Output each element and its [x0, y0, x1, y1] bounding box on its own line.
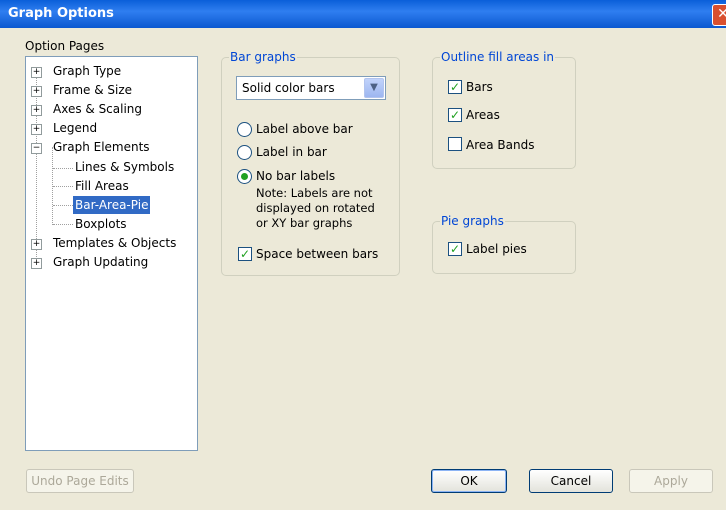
tree-item-axes-scaling[interactable]: Axes & Scaling — [53, 100, 142, 118]
tree-item-boxplots[interactable]: Boxplots — [75, 215, 127, 233]
tree-line — [53, 224, 73, 225]
outline-areas-label[interactable]: Areas — [466, 108, 500, 122]
cancel-button[interactable]: Cancel — [529, 469, 613, 493]
pie-graphs-legend: Pie graphs — [440, 214, 505, 228]
tree-line — [53, 168, 73, 169]
tree-item-graph-updating[interactable]: Graph Updating — [53, 253, 148, 271]
space-between-bars-label[interactable]: Space between bars — [256, 247, 378, 261]
label-in-bar-radio[interactable] — [237, 145, 252, 160]
label-above-bar-radio[interactable] — [237, 122, 252, 137]
tree-item-templates-objects[interactable]: Templates & Objects — [53, 234, 176, 252]
tree-item-graph-type[interactable]: Graph Type — [53, 62, 121, 80]
close-icon[interactable]: ✕ — [712, 4, 726, 26]
tree-line — [53, 186, 73, 187]
apply-button[interactable]: Apply — [629, 469, 713, 493]
outline-fill-legend: Outline fill areas in — [440, 50, 556, 64]
bar-style-select[interactable]: Solid color bars ▼ — [236, 76, 386, 100]
no-bar-labels-radio[interactable] — [237, 169, 252, 184]
title-bar: Graph Options ✕ — [0, 0, 726, 28]
bar-labels-note-line1: Note: Labels are not — [256, 186, 373, 200]
tree-line — [53, 205, 73, 206]
label-above-bar-label[interactable]: Label above bar — [256, 122, 353, 136]
tree-item-graph-elements[interactable]: Graph Elements — [53, 138, 150, 156]
option-pages-label: Option Pages — [25, 39, 105, 53]
expand-icon[interactable]: + — [31, 86, 42, 97]
expand-icon[interactable]: + — [31, 239, 42, 250]
no-bar-labels-label[interactable]: No bar labels — [256, 169, 335, 183]
expand-icon[interactable]: + — [31, 258, 42, 269]
outline-bars-label[interactable]: Bars — [466, 80, 493, 94]
collapse-icon[interactable]: − — [31, 143, 42, 154]
tree-item-lines-symbols[interactable]: Lines & Symbols — [75, 158, 174, 176]
ok-button[interactable]: OK — [431, 469, 507, 493]
label-pies-checkbox[interactable]: ✓ — [448, 242, 462, 256]
undo-page-edits-button[interactable]: Undo Page Edits — [26, 469, 134, 493]
space-between-bars-checkbox[interactable]: ✓ — [238, 247, 252, 261]
tree-item-frame-size[interactable]: Frame & Size — [53, 81, 132, 99]
bar-graphs-legend: Bar graphs — [229, 50, 297, 64]
label-in-bar-label[interactable]: Label in bar — [256, 145, 327, 159]
bar-labels-note-line3: or XY bar graphs — [256, 216, 353, 230]
option-pages-tree[interactable]: + Graph Type + Frame & Size + Axes & Sca… — [25, 56, 198, 451]
outline-areas-checkbox[interactable]: ✓ — [448, 108, 462, 122]
label-pies-label[interactable]: Label pies — [466, 242, 527, 256]
outline-area-bands-checkbox[interactable] — [448, 137, 462, 151]
tree-item-bar-area-pie[interactable]: Bar-Area-Pie — [73, 196, 151, 214]
tree-item-legend[interactable]: Legend — [53, 119, 97, 137]
bar-style-value: Solid color bars — [242, 81, 335, 95]
outline-bars-checkbox[interactable]: ✓ — [448, 80, 462, 94]
outline-area-bands-label[interactable]: Area Bands — [466, 138, 535, 152]
expand-icon[interactable]: + — [31, 105, 42, 116]
expand-icon[interactable]: + — [31, 124, 42, 135]
window-title: Graph Options — [8, 6, 114, 21]
tree-item-fill-areas[interactable]: Fill Areas — [75, 177, 129, 195]
expand-icon[interactable]: + — [31, 67, 42, 78]
chevron-down-icon[interactable]: ▼ — [364, 78, 384, 98]
bar-labels-note-line2: displayed on rotated — [256, 201, 375, 215]
